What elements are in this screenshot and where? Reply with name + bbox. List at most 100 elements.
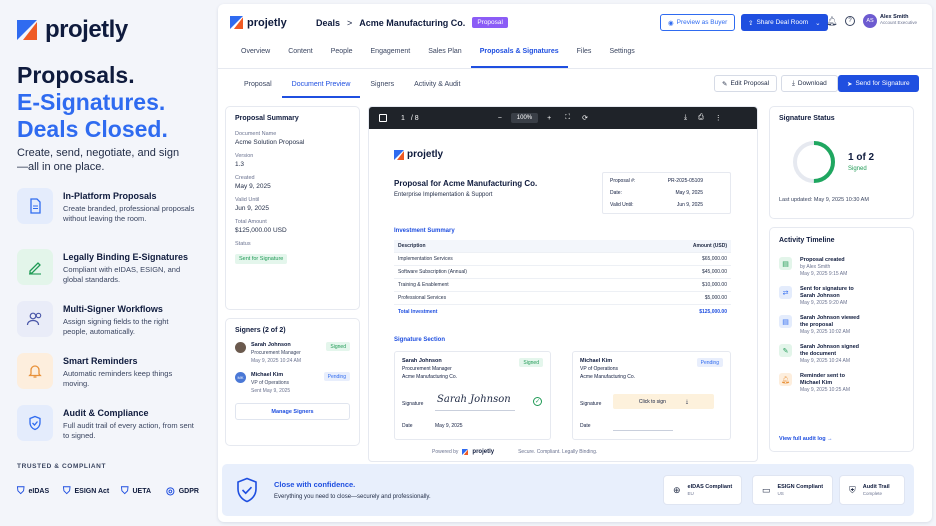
timeline-item: ⇄ Sent for signature to Sarah Johnson May…	[779, 286, 904, 307]
timeline-item: 🔔︎ Reminder sent to Michael Kim May 9, 20…	[779, 373, 904, 394]
tab-proposals-signatures[interactable]: Proposals & Signatures	[470, 48, 568, 68]
footer-note: Secure. Compliant. Legally Binding.	[518, 449, 598, 455]
meta-key: Valid Until:	[610, 202, 634, 208]
subtab-activity-audit[interactable]: Activity & Audit	[404, 81, 470, 98]
share-icon: ⇪	[748, 19, 754, 27]
table-row: Training & Enablement $10,000.00	[394, 279, 731, 292]
proposal-pill: Proposal	[472, 17, 508, 28]
hero-line-2: E-Signatures.	[17, 89, 166, 115]
document-page: projetly Proposal for Acme Manufacturing…	[369, 129, 757, 461]
projetly-logo-icon	[462, 449, 469, 455]
feature-multi-signer: Multi-Signer Workflows Assign signing fie…	[17, 301, 209, 337]
signer-block-sarah: Sarah Johnson Procurement Manager Acme M…	[394, 351, 551, 440]
timeline-item: ▤ Sarah Johnson viewed the proposal May 9…	[779, 315, 904, 336]
row-desc: Implementation Services	[398, 256, 453, 262]
preview-label: Preview as Buyer	[676, 19, 728, 26]
feature-proposals: In-Platform Proposals Create branded, pro…	[17, 188, 209, 224]
timeline-actor: by Alex Smith	[800, 264, 831, 270]
avatar[interactable]: AS	[863, 14, 877, 28]
version-value: 1.3	[235, 161, 245, 168]
send-icon: ➤	[847, 80, 853, 88]
trust-ueta: ⛉ UETA	[121, 486, 151, 497]
hero-line-1: Proposals.	[17, 62, 135, 88]
date-line	[613, 430, 673, 431]
handwritten-signature: Sarah Johnson	[437, 394, 511, 405]
subtab-proposal[interactable]: Proposal	[234, 81, 282, 98]
app-logo: projetly	[230, 16, 287, 29]
status-badge: Pending	[696, 358, 723, 367]
zoom-out-icon[interactable]: −	[498, 115, 502, 122]
signer-date: May 9, 2025 10:24 AM	[251, 358, 302, 364]
chevron-down-icon: ⌄	[815, 19, 821, 27]
status-badge: Pending	[323, 372, 350, 381]
field-label: Valid Until	[235, 197, 260, 203]
bell-icon[interactable]: 🔔︎	[826, 16, 837, 27]
tab-engagement[interactable]: Engagement	[362, 48, 420, 68]
tab-sales-plan[interactable]: Sales Plan	[419, 48, 470, 68]
edit-proposal-button[interactable]: ✎ Edit Proposal	[714, 75, 778, 92]
document-viewer: 1 / 8 − 100% + ⛶ ⟳ ⤓ ⎙ ⋮ projetly Propos…	[368, 106, 758, 462]
subtab-document-preview[interactable]: Document Preview	[281, 81, 361, 98]
card-title: Signature Status	[779, 115, 835, 122]
main-tabs: Overview Content People Engagement Sales…	[232, 48, 644, 68]
breadcrumb-root[interactable]: Deals	[316, 18, 340, 28]
tab-overview[interactable]: Overview	[232, 48, 279, 68]
feature-reminders: Smart Reminders Automatic reminders keep …	[17, 353, 209, 389]
tab-files[interactable]: Files	[568, 48, 601, 68]
check-circle-icon: ✓	[533, 397, 542, 406]
send-for-signature-button[interactable]: ➤ Send for Signature	[838, 75, 919, 92]
print-icon[interactable]: ⎙	[698, 114, 704, 122]
feature-desc: Automatic reminders keep things moving.	[63, 369, 173, 388]
share-deal-room-button[interactable]: ⇪ Share Deal Room ⌄	[741, 14, 828, 31]
subtab-signers[interactable]: Signers	[360, 81, 404, 98]
zoom-level[interactable]: 100%	[510, 113, 539, 123]
meta-value: Jun 9, 2025	[676, 202, 703, 208]
pen-signature-icon	[17, 249, 53, 285]
hero-line-3: Deals Closed.	[17, 116, 168, 142]
view-audit-log-link[interactable]: View full audit log →	[779, 436, 833, 442]
zoom-in-icon[interactable]: +	[547, 115, 551, 122]
badge-title: ESIGN Compliant	[777, 484, 824, 490]
confidence-banner: Close with confidence. Everything you ne…	[222, 464, 914, 516]
row-amount: $10,000.00	[701, 282, 727, 288]
hero-subtitle: Create, send, negotiate, and sign—all in…	[17, 147, 180, 173]
row-desc: Professional Services	[398, 295, 447, 301]
help-icon[interactable]: ?	[845, 16, 855, 26]
rotate-icon[interactable]: ⟳	[582, 114, 588, 122]
footer-brand-name: projetly	[472, 449, 495, 455]
feature-audit: Audit & Compliance Full audit trail of ev…	[17, 405, 209, 441]
timeline-item: ▤ Proposal created by Alex Smith May 9, 20…	[779, 257, 904, 278]
activity-timeline-card: Activity Timeline ▤ Proposal created by A…	[769, 227, 914, 452]
signed-count: 1 of 2	[848, 152, 875, 163]
manage-signers-button[interactable]: Manage Signers	[235, 403, 350, 420]
signature-line	[435, 410, 515, 411]
tab-content[interactable]: Content	[279, 48, 322, 68]
tab-people[interactable]: People	[322, 48, 362, 68]
trust-eidas: ⛉ eIDAS	[17, 486, 49, 497]
click-to-sign-field[interactable]: Click to sign ⤓	[613, 394, 714, 409]
download-icon[interactable]: ⤓	[684, 114, 687, 122]
more-options-icon[interactable]: ⋮	[715, 114, 722, 122]
edit-icon: ✎	[722, 80, 728, 88]
download-button[interactable]: ⤓ Download	[781, 75, 838, 92]
badge-sub: US	[777, 491, 784, 496]
user-info[interactable]: Alex Smith Account Executive	[880, 14, 917, 25]
page-number[interactable]: 1	[401, 115, 405, 122]
avatar: MK	[235, 372, 246, 383]
field-label: Version	[235, 153, 254, 159]
signature-progress-ring	[793, 141, 835, 183]
signer-row: Sarah Johnson Procurement Manager May 9,…	[235, 342, 350, 364]
avatar	[235, 342, 246, 353]
meta-value: May 9, 2025	[675, 190, 703, 196]
sidebar-toggle-icon[interactable]	[379, 114, 387, 122]
table-row: Software Subscription (Annual) $45,000.00	[394, 266, 731, 279]
tab-settings[interactable]: Settings	[600, 48, 643, 68]
fit-page-icon[interactable]: ⛶	[565, 114, 570, 122]
timeline-title: Proposal created	[800, 257, 845, 263]
preview-as-buyer-button[interactable]: ◉ Preview as Buyer	[660, 14, 736, 31]
shield-check-icon: ⛉	[121, 486, 129, 497]
timeline-title: Sarah Johnson viewed the proposal	[800, 315, 860, 328]
timeline-time: May 9, 2025 10:24 AM	[800, 358, 851, 364]
marketing-panel: projetly Proposals. E-Signatures. Deals …	[0, 0, 214, 526]
total-value: $125,000.00	[699, 308, 727, 315]
